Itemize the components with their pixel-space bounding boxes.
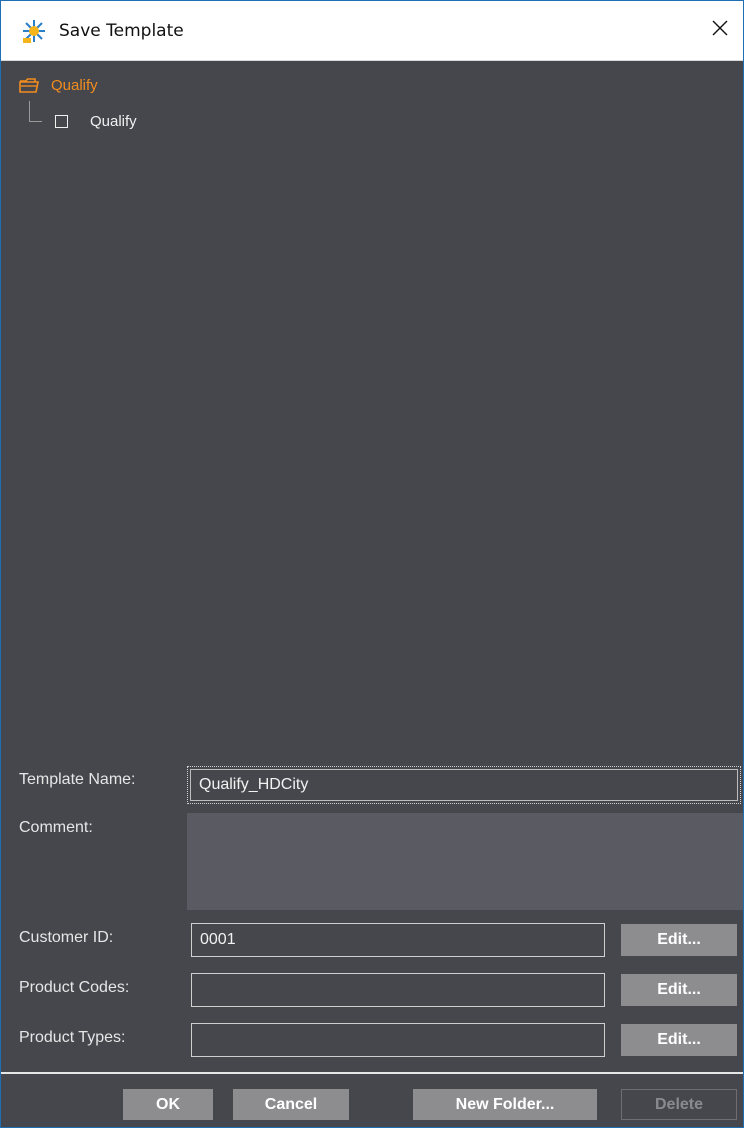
template-name-input[interactable]: Qualify_HDCity (187, 766, 741, 804)
product-types-input[interactable] (191, 1023, 605, 1057)
close-button[interactable] (697, 1, 743, 60)
open-folder-icon (19, 78, 39, 93)
tree-folder-qualify[interactable]: Qualify (19, 77, 98, 94)
edit-button-label: Edit... (657, 931, 701, 948)
product-types-label: Product Types: (19, 1029, 126, 1046)
app-sunburst-icon (21, 18, 47, 44)
customer-id-input[interactable]: 0001 (191, 923, 605, 957)
edit-button-label: Edit... (657, 981, 701, 998)
title-bar: Save Template (1, 1, 743, 61)
ok-button-label: OK (156, 1095, 180, 1113)
new-folder-button[interactable]: New Folder... (413, 1089, 597, 1120)
comment-textarea[interactable] (187, 813, 743, 910)
ok-button[interactable]: OK (123, 1089, 213, 1120)
save-template-dialog: Save Template Qualify Qualify Template N… (0, 0, 744, 1128)
tree-folder-label: Qualify (51, 77, 98, 94)
footer-separator (1, 1072, 743, 1074)
tree-item-label: Qualify (90, 113, 137, 130)
close-icon (711, 19, 729, 42)
checkbox-empty-icon[interactable] (55, 115, 68, 128)
template-tree[interactable]: Qualify Qualify (1, 61, 743, 743)
customer-id-value: 0001 (200, 931, 236, 948)
comment-label: Comment: (19, 819, 93, 836)
template-name-label: Template Name: (19, 771, 136, 788)
template-name-value: Qualify_HDCity (199, 776, 309, 793)
product-codes-input[interactable] (191, 973, 605, 1007)
customer-id-label: Customer ID: (19, 929, 114, 946)
product-codes-edit-button[interactable]: Edit... (621, 974, 737, 1006)
customer-id-edit-button[interactable]: Edit... (621, 924, 737, 956)
new-folder-button-label: New Folder... (455, 1095, 555, 1113)
edit-button-label: Edit... (657, 1031, 701, 1048)
delete-button: Delete (621, 1089, 737, 1120)
window-title: Save Template (59, 21, 184, 41)
cancel-button[interactable]: Cancel (233, 1089, 349, 1120)
tree-item-qualify[interactable]: Qualify (29, 113, 137, 130)
product-codes-label: Product Codes: (19, 979, 130, 996)
cancel-button-label: Cancel (264, 1095, 318, 1113)
product-types-edit-button[interactable]: Edit... (621, 1024, 737, 1056)
delete-button-label: Delete (654, 1095, 704, 1113)
